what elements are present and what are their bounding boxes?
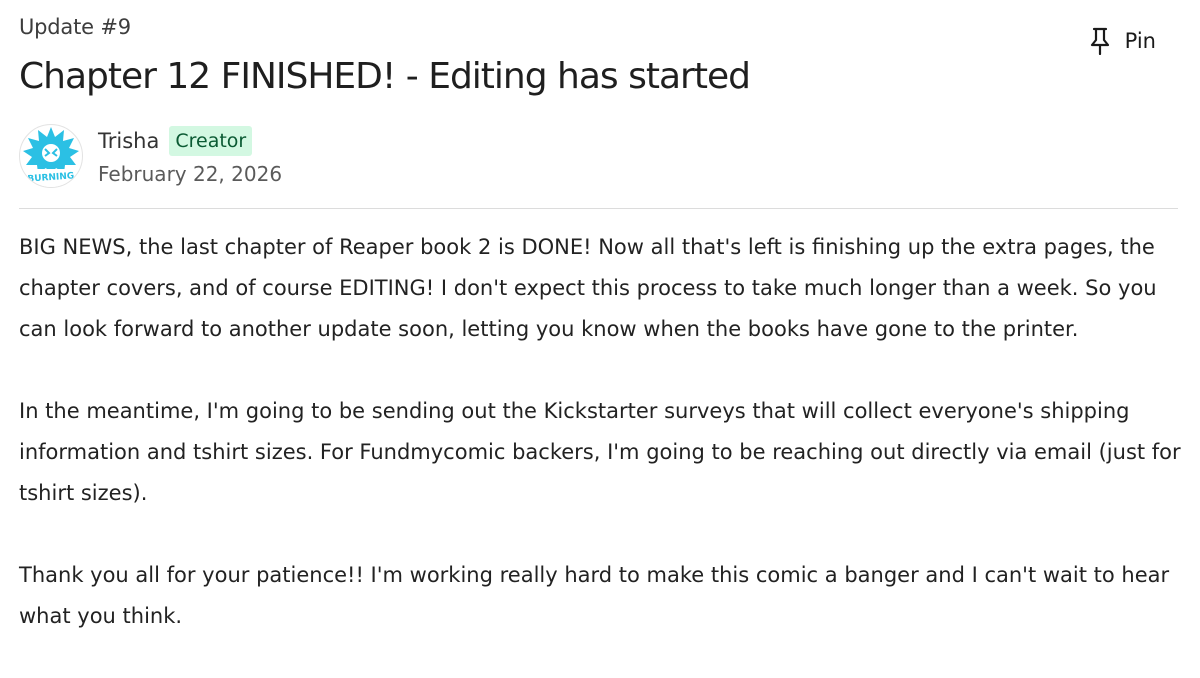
body-paragraph: Thank you all for your patience!! I'm wo… bbox=[19, 563, 1170, 628]
pin-button[interactable]: Pin bbox=[1089, 27, 1156, 55]
author-info: BURNING Trisha Creator February 22, 2026 bbox=[19, 124, 282, 188]
post-title: Chapter 12 FINISHED! - Editing has start… bbox=[19, 56, 751, 97]
avatar-logo-icon: BURNING bbox=[20, 127, 82, 187]
avatar[interactable]: BURNING bbox=[19, 124, 83, 188]
update-number-label: Update #9 bbox=[19, 15, 131, 39]
pin-icon bbox=[1090, 27, 1109, 55]
body-paragraph: In the meantime, I'm going to be sending… bbox=[19, 399, 1181, 505]
body-paragraph: BIG NEWS, the last chapter of Reaper boo… bbox=[19, 235, 1157, 341]
post-date: February 22, 2026 bbox=[98, 162, 283, 186]
pin-label: Pin bbox=[1124, 29, 1156, 53]
creator-badge: Creator bbox=[169, 126, 253, 156]
post-body: BIG NEWS, the last chapter of Reaper boo… bbox=[19, 227, 1184, 678]
avatar-text: BURNING bbox=[27, 171, 74, 184]
divider bbox=[19, 208, 1178, 209]
author-name[interactable]: Trisha bbox=[98, 129, 159, 153]
